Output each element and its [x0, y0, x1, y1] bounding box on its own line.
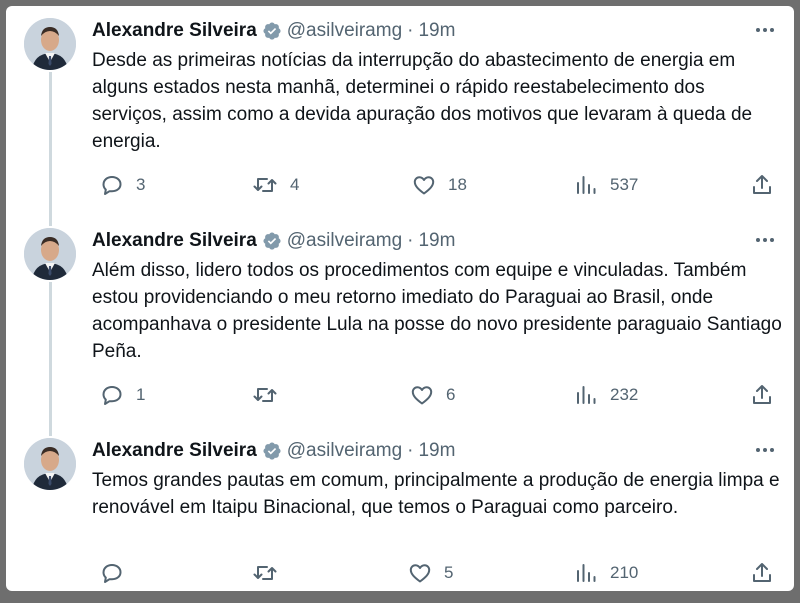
retweet-count: 4: [290, 175, 300, 194]
reply-icon: [102, 564, 122, 583]
separator: ·: [407, 440, 414, 461]
reply-button[interactable]: [100, 558, 136, 588]
reply-icon: [102, 386, 122, 405]
retweet-icon: [253, 566, 277, 580]
view-count: 537: [610, 175, 639, 194]
share-icon: [753, 175, 771, 194]
like-button[interactable]: 5: [408, 558, 453, 588]
author-name[interactable]: Alexandre Silveira: [92, 20, 257, 42]
share-icon: [753, 385, 771, 404]
author-handle[interactable]: @asilveiramg: [287, 440, 402, 462]
reply-button[interactable]: 1: [100, 380, 145, 410]
retweet-icon: [253, 178, 277, 192]
retweet-icon: [253, 388, 277, 402]
like-icon: [413, 176, 435, 195]
like-count: 5: [444, 563, 454, 582]
avatar[interactable]: [24, 18, 76, 70]
verified-badge-icon: [262, 231, 282, 251]
avatar[interactable]: [24, 228, 76, 280]
share-button[interactable]: [750, 170, 774, 200]
share-button[interactable]: [750, 558, 774, 588]
like-count: 6: [446, 385, 456, 404]
author-handle[interactable]: @asilveiramg: [287, 230, 402, 252]
timestamp[interactable]: 19m: [418, 20, 455, 42]
views-button[interactable]: 210: [574, 558, 638, 588]
tweet-header: Alexandre Silveira @asilveiramg · 19m: [92, 438, 455, 464]
tweet-thread: Alexandre Silveira @asilveiramg · 19m De…: [6, 6, 794, 591]
views-icon: [577, 176, 596, 194]
share-button[interactable]: [750, 380, 774, 410]
share-icon: [753, 563, 771, 582]
views-icon: [577, 386, 596, 404]
tweet-actions: 1 6 232: [92, 380, 782, 410]
tweet-header: Alexandre Silveira @asilveiramg · 19m: [92, 18, 455, 44]
verified-badge-icon: [262, 441, 282, 461]
more-options-icon[interactable]: [750, 440, 780, 460]
retweet-button[interactable]: [252, 380, 290, 410]
more-options-icon[interactable]: [750, 20, 780, 40]
tweet-actions: 3 4 18 537: [92, 170, 782, 200]
tweet-header: Alexandre Silveira @asilveiramg · 19m: [92, 228, 455, 254]
timestamp[interactable]: 19m: [418, 440, 455, 462]
like-count: 18: [448, 175, 467, 194]
reply-button[interactable]: 3: [100, 170, 145, 200]
avatar[interactable]: [24, 438, 76, 490]
views-icon: [577, 564, 596, 582]
tweet-text: Além disso, lidero todos os procedimento…: [92, 260, 782, 362]
like-button[interactable]: 6: [410, 380, 455, 410]
like-button[interactable]: 18: [412, 170, 467, 200]
reply-count: 1: [136, 385, 146, 404]
separator: ·: [407, 20, 414, 41]
tweet[interactable]: Alexandre Silveira @asilveiramg · 19m De…: [6, 12, 794, 217]
author-name[interactable]: Alexandre Silveira: [92, 230, 257, 252]
reply-count: 3: [136, 175, 146, 194]
reply-icon: [102, 176, 122, 195]
view-count: 210: [610, 563, 639, 582]
tweet-text: Desde as primeiras notícias da interrupç…: [92, 50, 753, 152]
tweet-text: Temos grandes pautas em comum, principal…: [92, 470, 780, 518]
like-icon: [409, 564, 431, 583]
tweet[interactable]: Alexandre Silveira @asilveiramg · 19m Al…: [6, 222, 794, 427]
separator: ·: [407, 230, 414, 251]
view-count: 232: [610, 385, 639, 404]
views-button[interactable]: 537: [574, 170, 638, 200]
more-options-icon[interactable]: [750, 230, 780, 250]
views-button[interactable]: 232: [574, 380, 638, 410]
verified-badge-icon: [262, 21, 282, 41]
author-handle[interactable]: @asilveiramg: [287, 20, 402, 42]
timestamp[interactable]: 19m: [418, 230, 455, 252]
retweet-button[interactable]: 4: [252, 170, 299, 200]
tweet-actions: 5 210: [92, 558, 782, 588]
like-icon: [411, 386, 433, 405]
author-name[interactable]: Alexandre Silveira: [92, 440, 257, 462]
retweet-button[interactable]: [252, 558, 290, 588]
tweet[interactable]: Alexandre Silveira @asilveiramg · 19m Te…: [6, 432, 794, 591]
